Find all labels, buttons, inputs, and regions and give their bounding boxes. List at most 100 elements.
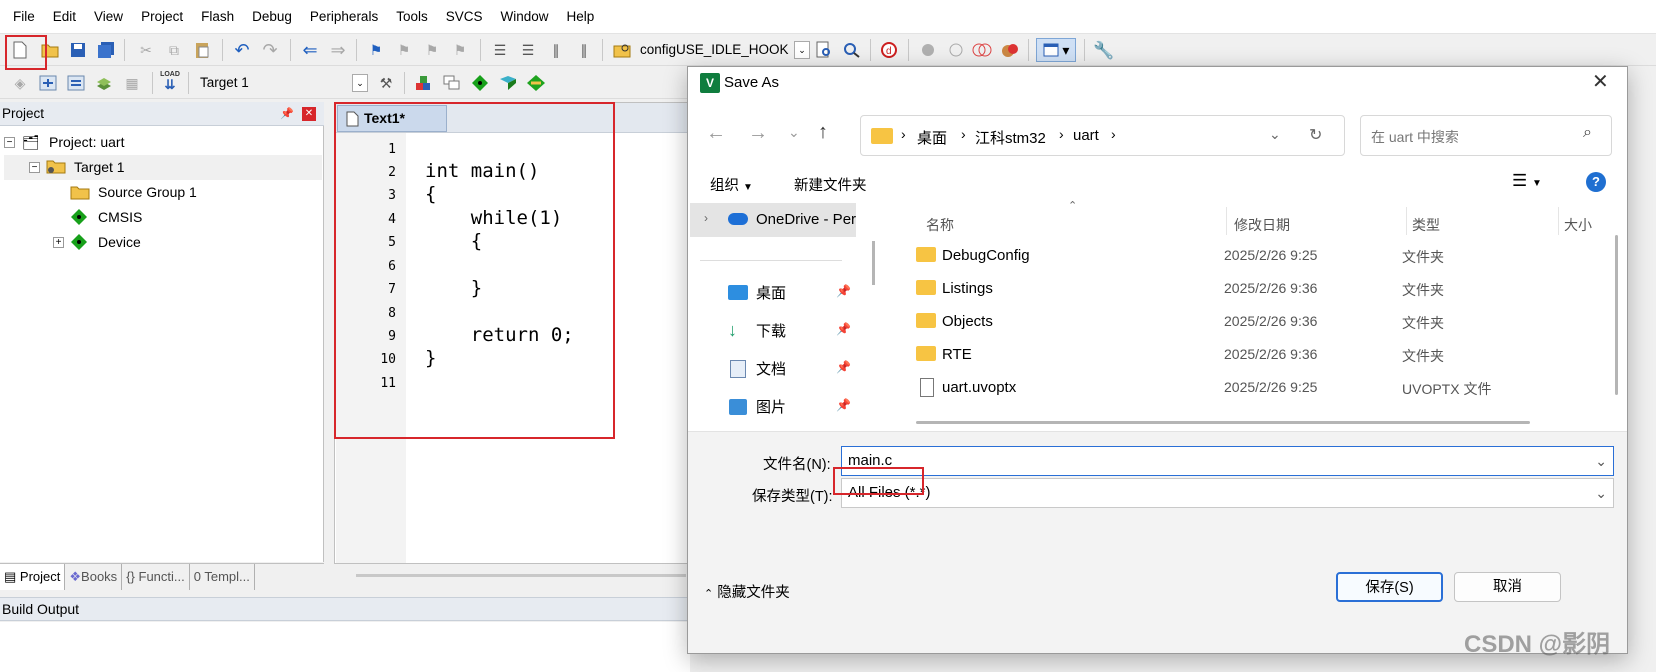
prev-bookmark-icon[interactable]: ⚑ — [394, 40, 414, 60]
define-combo[interactable]: configUSE_IDLE_HOOK — [640, 42, 789, 57]
file-row[interactable]: uart.uvoptx 2025/2/26 9:25 UVOPTX 文件 — [916, 372, 1606, 405]
menu-debug[interactable]: Debug — [243, 0, 301, 34]
nav-back-icon[interactable]: ⇐ — [300, 40, 320, 60]
stop-build-icon[interactable]: ▦ — [122, 73, 142, 93]
window-layout-icon[interactable]: ▾ — [1036, 38, 1076, 62]
load-icon[interactable]: LOAD ⇊ — [160, 71, 180, 91]
column-type[interactable]: 类型 — [1412, 215, 1440, 235]
save-all-icon[interactable] — [96, 40, 116, 60]
recent-locations-icon[interactable]: ⌄ — [788, 124, 800, 141]
breakpoint-icon[interactable] — [918, 40, 938, 60]
forward-icon[interactable]: → — [748, 122, 768, 145]
file-extensions-icon[interactable] — [442, 73, 462, 93]
chevron-down-icon[interactable]: ⌄ — [1595, 447, 1607, 475]
options-for-target-icon[interactable]: ⚒ — [376, 73, 396, 93]
configure-icon[interactable]: 🔧 — [1093, 40, 1114, 60]
nav-item-documents[interactable]: 文档 📌 — [728, 358, 851, 379]
collapse-icon[interactable]: − — [29, 162, 40, 173]
editor-scrollbar[interactable] — [356, 574, 686, 577]
pack-installer-icon[interactable] — [526, 73, 546, 93]
disable-all-breakpoints-icon[interactable] — [972, 40, 992, 60]
define-combo-chevron-icon[interactable]: ⌄ — [794, 41, 810, 59]
nav-scrollbar[interactable] — [872, 241, 875, 285]
find-icon[interactable] — [814, 40, 834, 60]
horizontal-scrollbar[interactable] — [916, 421, 1530, 424]
find-in-files-icon[interactable] — [612, 40, 632, 60]
tree-item-project[interactable]: − 🗂 Project: uart — [4, 130, 322, 155]
chevron-down-icon[interactable]: ⌄ — [1595, 479, 1607, 507]
debug-start-icon[interactable]: d — [880, 40, 900, 60]
menu-edit[interactable]: Edit — [44, 0, 85, 34]
breadcrumb-desktop[interactable]: 桌面 — [917, 127, 947, 148]
bookmark-icon[interactable]: ⚑ — [366, 40, 386, 60]
save-icon[interactable] — [68, 40, 88, 60]
view-options-icon[interactable]: ☰ ▼ — [1512, 171, 1542, 191]
manage-project-items-icon[interactable] — [414, 73, 434, 93]
pin-icon[interactable]: 📌 — [280, 102, 294, 126]
target-combo-chevron-icon[interactable]: ⌄ — [352, 74, 368, 92]
pin-icon[interactable]: 📌 — [836, 284, 851, 298]
menu-help[interactable]: Help — [558, 0, 604, 34]
nav-item-onedrive[interactable]: › OneDrive - Per — [690, 203, 856, 237]
undo-icon[interactable]: ↶ — [232, 40, 252, 60]
breadcrumb-uart[interactable]: uart — [1073, 127, 1099, 144]
column-name[interactable]: 名称 — [926, 215, 954, 235]
clear-bookmarks-icon[interactable]: ⚑ — [450, 40, 470, 60]
nav-forward-icon[interactable]: ⇒ — [328, 40, 348, 60]
menu-tools[interactable]: Tools — [387, 0, 437, 34]
tree-item-source-group[interactable]: Source Group 1 — [4, 180, 322, 205]
menu-svcs[interactable]: SVCS — [437, 0, 492, 34]
menu-flash[interactable]: Flash — [192, 0, 243, 34]
back-icon[interactable]: ← — [706, 122, 726, 145]
pin-icon[interactable]: 📌 — [836, 398, 851, 412]
manage-rte-icon[interactable] — [470, 73, 490, 93]
column-modified[interactable]: 修改日期 — [1234, 215, 1290, 235]
hide-folders-toggle[interactable]: ⌃ 隐藏文件夹 — [704, 581, 790, 602]
filename-input[interactable]: main.c ⌄ — [841, 446, 1614, 476]
rebuild-icon[interactable] — [66, 73, 86, 93]
next-bookmark-icon[interactable]: ⚑ — [422, 40, 442, 60]
close-icon[interactable]: ✕ — [1592, 69, 1609, 94]
file-row[interactable]: RTE 2025/2/26 9:36 文件夹 — [916, 339, 1606, 372]
paste-icon[interactable] — [192, 40, 212, 60]
cut-icon[interactable]: ✂ — [136, 40, 156, 60]
filetype-select[interactable]: All Files (*.*) ⌄ — [841, 478, 1614, 508]
expand-icon[interactable]: + — [53, 237, 64, 248]
comment-icon[interactable]: ∥ — [546, 40, 566, 60]
tab-project[interactable]: ▤ Project — [0, 564, 66, 590]
column-size[interactable]: 大小 — [1564, 215, 1592, 235]
unindent-icon[interactable]: ☰ — [518, 40, 538, 60]
redo-icon[interactable]: ↷ — [260, 40, 280, 60]
batch-build-icon[interactable] — [94, 73, 114, 93]
menu-view[interactable]: View — [85, 0, 132, 34]
refresh-icon[interactable]: ↻ — [1309, 125, 1322, 145]
translate-icon[interactable]: ◈ — [10, 73, 30, 93]
breadcrumb-folder[interactable]: 江科stm32 — [975, 127, 1046, 148]
tab-books[interactable]: ❖Books — [65, 564, 123, 590]
disable-breakpoint-icon[interactable] — [946, 40, 966, 60]
menu-peripherals[interactable]: Peripherals — [301, 0, 387, 34]
file-row[interactable]: DebugConfig 2025/2/26 9:25 文件夹 — [916, 240, 1606, 273]
build-icon[interactable] — [38, 73, 58, 93]
close-pane-icon[interactable]: ✕ — [302, 107, 316, 121]
target-combo[interactable]: Target 1 — [200, 75, 249, 90]
menu-project[interactable]: Project — [132, 0, 192, 34]
help-icon[interactable]: ? — [1586, 172, 1606, 192]
up-icon[interactable]: ↑ — [818, 121, 828, 144]
tree-item-target[interactable]: − Target 1 — [4, 155, 322, 180]
tab-templates[interactable]: 0 Templ... — [190, 564, 255, 590]
tree-item-device[interactable]: + Device — [4, 230, 322, 255]
new-folder-button[interactable]: 新建文件夹 — [794, 174, 867, 195]
indent-icon[interactable]: ☰ — [490, 40, 510, 60]
nav-item-desktop[interactable]: 桌面 📌 — [728, 282, 851, 303]
search-input[interactable]: 在 uart 中搜索 ⌕ — [1360, 115, 1612, 156]
incremental-find-icon[interactable] — [842, 40, 862, 60]
cancel-button[interactable]: 取消 — [1454, 572, 1561, 602]
address-bar[interactable]: › 桌面 › 江科stm32 › uart › ⌄ ↻ — [860, 115, 1345, 156]
nav-item-pictures[interactable]: 图片 📌 — [728, 396, 851, 417]
tree-item-cmsis[interactable]: CMSIS — [4, 205, 322, 230]
copy-icon[interactable]: ⧉ — [164, 40, 184, 60]
menu-file[interactable]: File — [4, 0, 44, 34]
file-row[interactable]: Listings 2025/2/26 9:36 文件夹 — [916, 273, 1606, 306]
select-software-packs-icon[interactable] — [498, 73, 518, 93]
